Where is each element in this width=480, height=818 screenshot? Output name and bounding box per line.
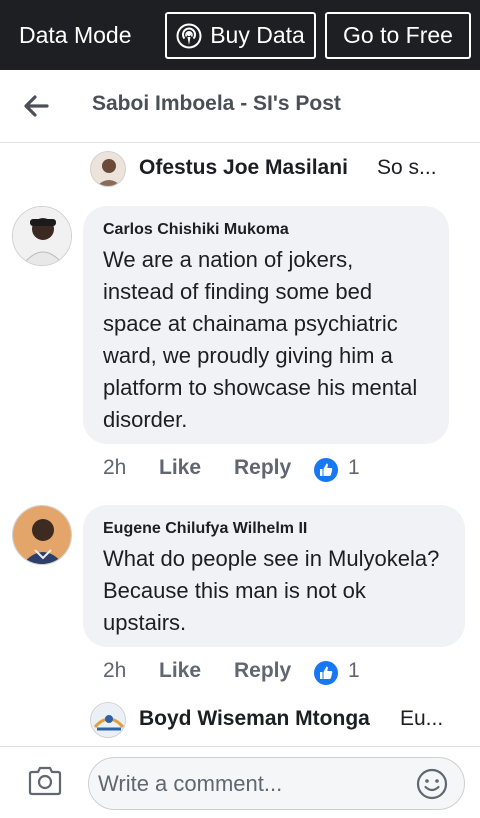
comment-author[interactable]: Eugene Chilufya Wilhelm II	[103, 519, 445, 539]
reply-author[interactable]: Ofestus Joe Masilani	[139, 156, 348, 180]
avatar[interactable]	[90, 151, 126, 187]
comment-actions: 2h Like Reply 1	[103, 659, 403, 689]
reply-button[interactable]: Reply	[234, 456, 291, 480]
avatar[interactable]	[12, 206, 72, 266]
arrow-left-icon	[24, 95, 49, 117]
comment-input[interactable]	[98, 768, 408, 800]
post-header: Saboi Imboela - SI's Post	[0, 70, 480, 143]
thumbs-up-icon[interactable]	[313, 660, 339, 692]
reply-preview[interactable]: Ofestus Joe Masilani So s...	[90, 151, 450, 187]
data-mode-label: Data Mode	[19, 22, 132, 48]
comment-author[interactable]: Carlos Chishiki Mukoma	[103, 220, 429, 240]
back-button[interactable]	[20, 90, 52, 122]
avatar[interactable]	[90, 702, 126, 738]
buy-data-button[interactable]: Buy Data	[165, 12, 316, 59]
like-button[interactable]: Like	[159, 456, 201, 480]
data-mode-bar: Data Mode Buy Data Go to Free	[0, 0, 480, 70]
go-to-free-button[interactable]: Go to Free	[325, 12, 471, 59]
buy-data-label: Buy Data	[210, 22, 305, 48]
comment-bubble: Eugene Chilufya Wilhelm II What do peopl…	[83, 505, 465, 647]
emoji-icon	[416, 768, 448, 800]
reply-snippet: So s...	[377, 156, 437, 179]
comment-field[interactable]	[88, 757, 465, 810]
comment-bubble: Carlos Chishiki Mukoma We are a nation o…	[83, 206, 449, 444]
reply-author[interactable]: Boyd Wiseman Mtonga	[139, 707, 370, 731]
reply-preview[interactable]: Boyd Wiseman Mtonga Eu...	[90, 702, 450, 738]
camera-button[interactable]	[27, 765, 63, 802]
comment-time: 2h	[103, 456, 127, 479]
reply-button[interactable]: Reply	[234, 659, 291, 683]
comment-text: We are a nation of jokers, instead of fi…	[103, 247, 418, 432]
comment-actions: 2h Like Reply 1	[103, 456, 403, 486]
comment-text: What do people see in Mulyokela? Because…	[103, 546, 440, 635]
post-title: Saboi Imboela - SI's Post	[92, 92, 341, 115]
reply-snippet: Eu...	[400, 707, 444, 730]
thumbs-up-icon[interactable]	[313, 457, 339, 489]
like-button[interactable]: Like	[159, 659, 201, 683]
comment-time: 2h	[103, 659, 127, 682]
emoji-button[interactable]	[416, 768, 448, 805]
broadcast-icon	[176, 23, 202, 49]
reaction-count[interactable]: 1	[348, 456, 360, 480]
comment-composer	[0, 746, 480, 818]
reaction-count[interactable]: 1	[348, 659, 360, 683]
camera-icon	[28, 766, 62, 796]
avatar[interactable]	[12, 505, 72, 565]
go-to-free-label: Go to Free	[343, 22, 453, 48]
